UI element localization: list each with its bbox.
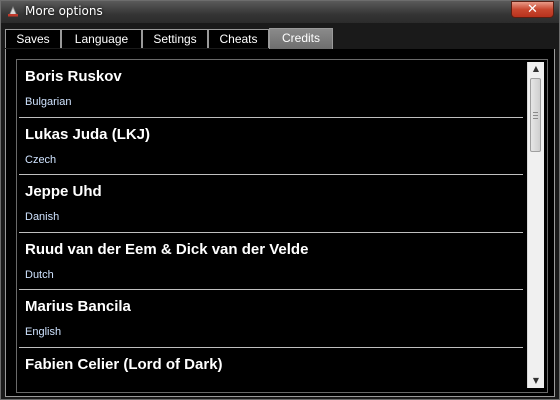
- window-title: More options: [25, 4, 103, 18]
- close-button[interactable]: ✕: [511, 1, 554, 18]
- grip-line: [533, 115, 538, 116]
- scrollbar-thumb[interactable]: [530, 78, 541, 152]
- translation-language: Danish: [25, 211, 60, 223]
- translator-name: Marius Bancila: [25, 298, 131, 315]
- vertical-scrollbar[interactable]: ▲ ▼: [527, 62, 544, 388]
- grip-line: [533, 118, 538, 119]
- tab-bar: Saves Language Settings Cheats Credits: [5, 27, 555, 50]
- tab-language[interactable]: Language: [61, 29, 142, 48]
- scroll-down-arrow-icon[interactable]: ▼: [528, 374, 544, 388]
- tab-settings[interactable]: Settings: [142, 29, 208, 48]
- translation-language: Czech: [25, 153, 57, 166]
- translation-language: English: [25, 326, 62, 338]
- list-item[interactable]: Ruud van der Eem & Dick van der Velde Du…: [19, 233, 523, 290]
- translator-name: Jeppe Uhd: [25, 183, 102, 200]
- list-item[interactable]: Fabien Celier (Lord of Dark): [19, 348, 523, 393]
- tab-credits[interactable]: Credits: [269, 28, 333, 49]
- translator-name: Lukas Juda (LKJ): [25, 125, 151, 143]
- translator-name: Boris Ruskov: [25, 68, 122, 85]
- list-item[interactable]: Boris Ruskov Bulgarian: [19, 60, 523, 118]
- translation-language: Dutch: [25, 268, 54, 281]
- list-item[interactable]: Jeppe Uhd Danish: [19, 175, 523, 233]
- app-icon: [8, 6, 18, 17]
- scroll-up-arrow-icon[interactable]: ▲: [528, 62, 544, 76]
- tab-cheats[interactable]: Cheats: [208, 29, 269, 48]
- translation-language: Bulgarian: [25, 96, 72, 108]
- tab-saves[interactable]: Saves: [5, 29, 61, 48]
- translator-name: Ruud van der Eem & Dick van der Velde: [25, 240, 309, 258]
- more-options-window: More options ✕ Saves Language Settings C…: [0, 0, 560, 400]
- credits-list[interactable]: Boris Ruskov Bulgarian Lukas Juda (LKJ) …: [16, 59, 548, 393]
- grip-line: [533, 112, 538, 113]
- list-item[interactable]: Lukas Juda (LKJ) Czech: [19, 118, 523, 175]
- title-bar[interactable]: More options ✕: [1, 1, 559, 23]
- translator-name: Fabien Celier (Lord of Dark): [25, 355, 223, 373]
- list-item[interactable]: Marius Bancila English: [19, 290, 523, 348]
- credits-panel: Boris Ruskov Bulgarian Lukas Juda (LKJ) …: [5, 49, 555, 397]
